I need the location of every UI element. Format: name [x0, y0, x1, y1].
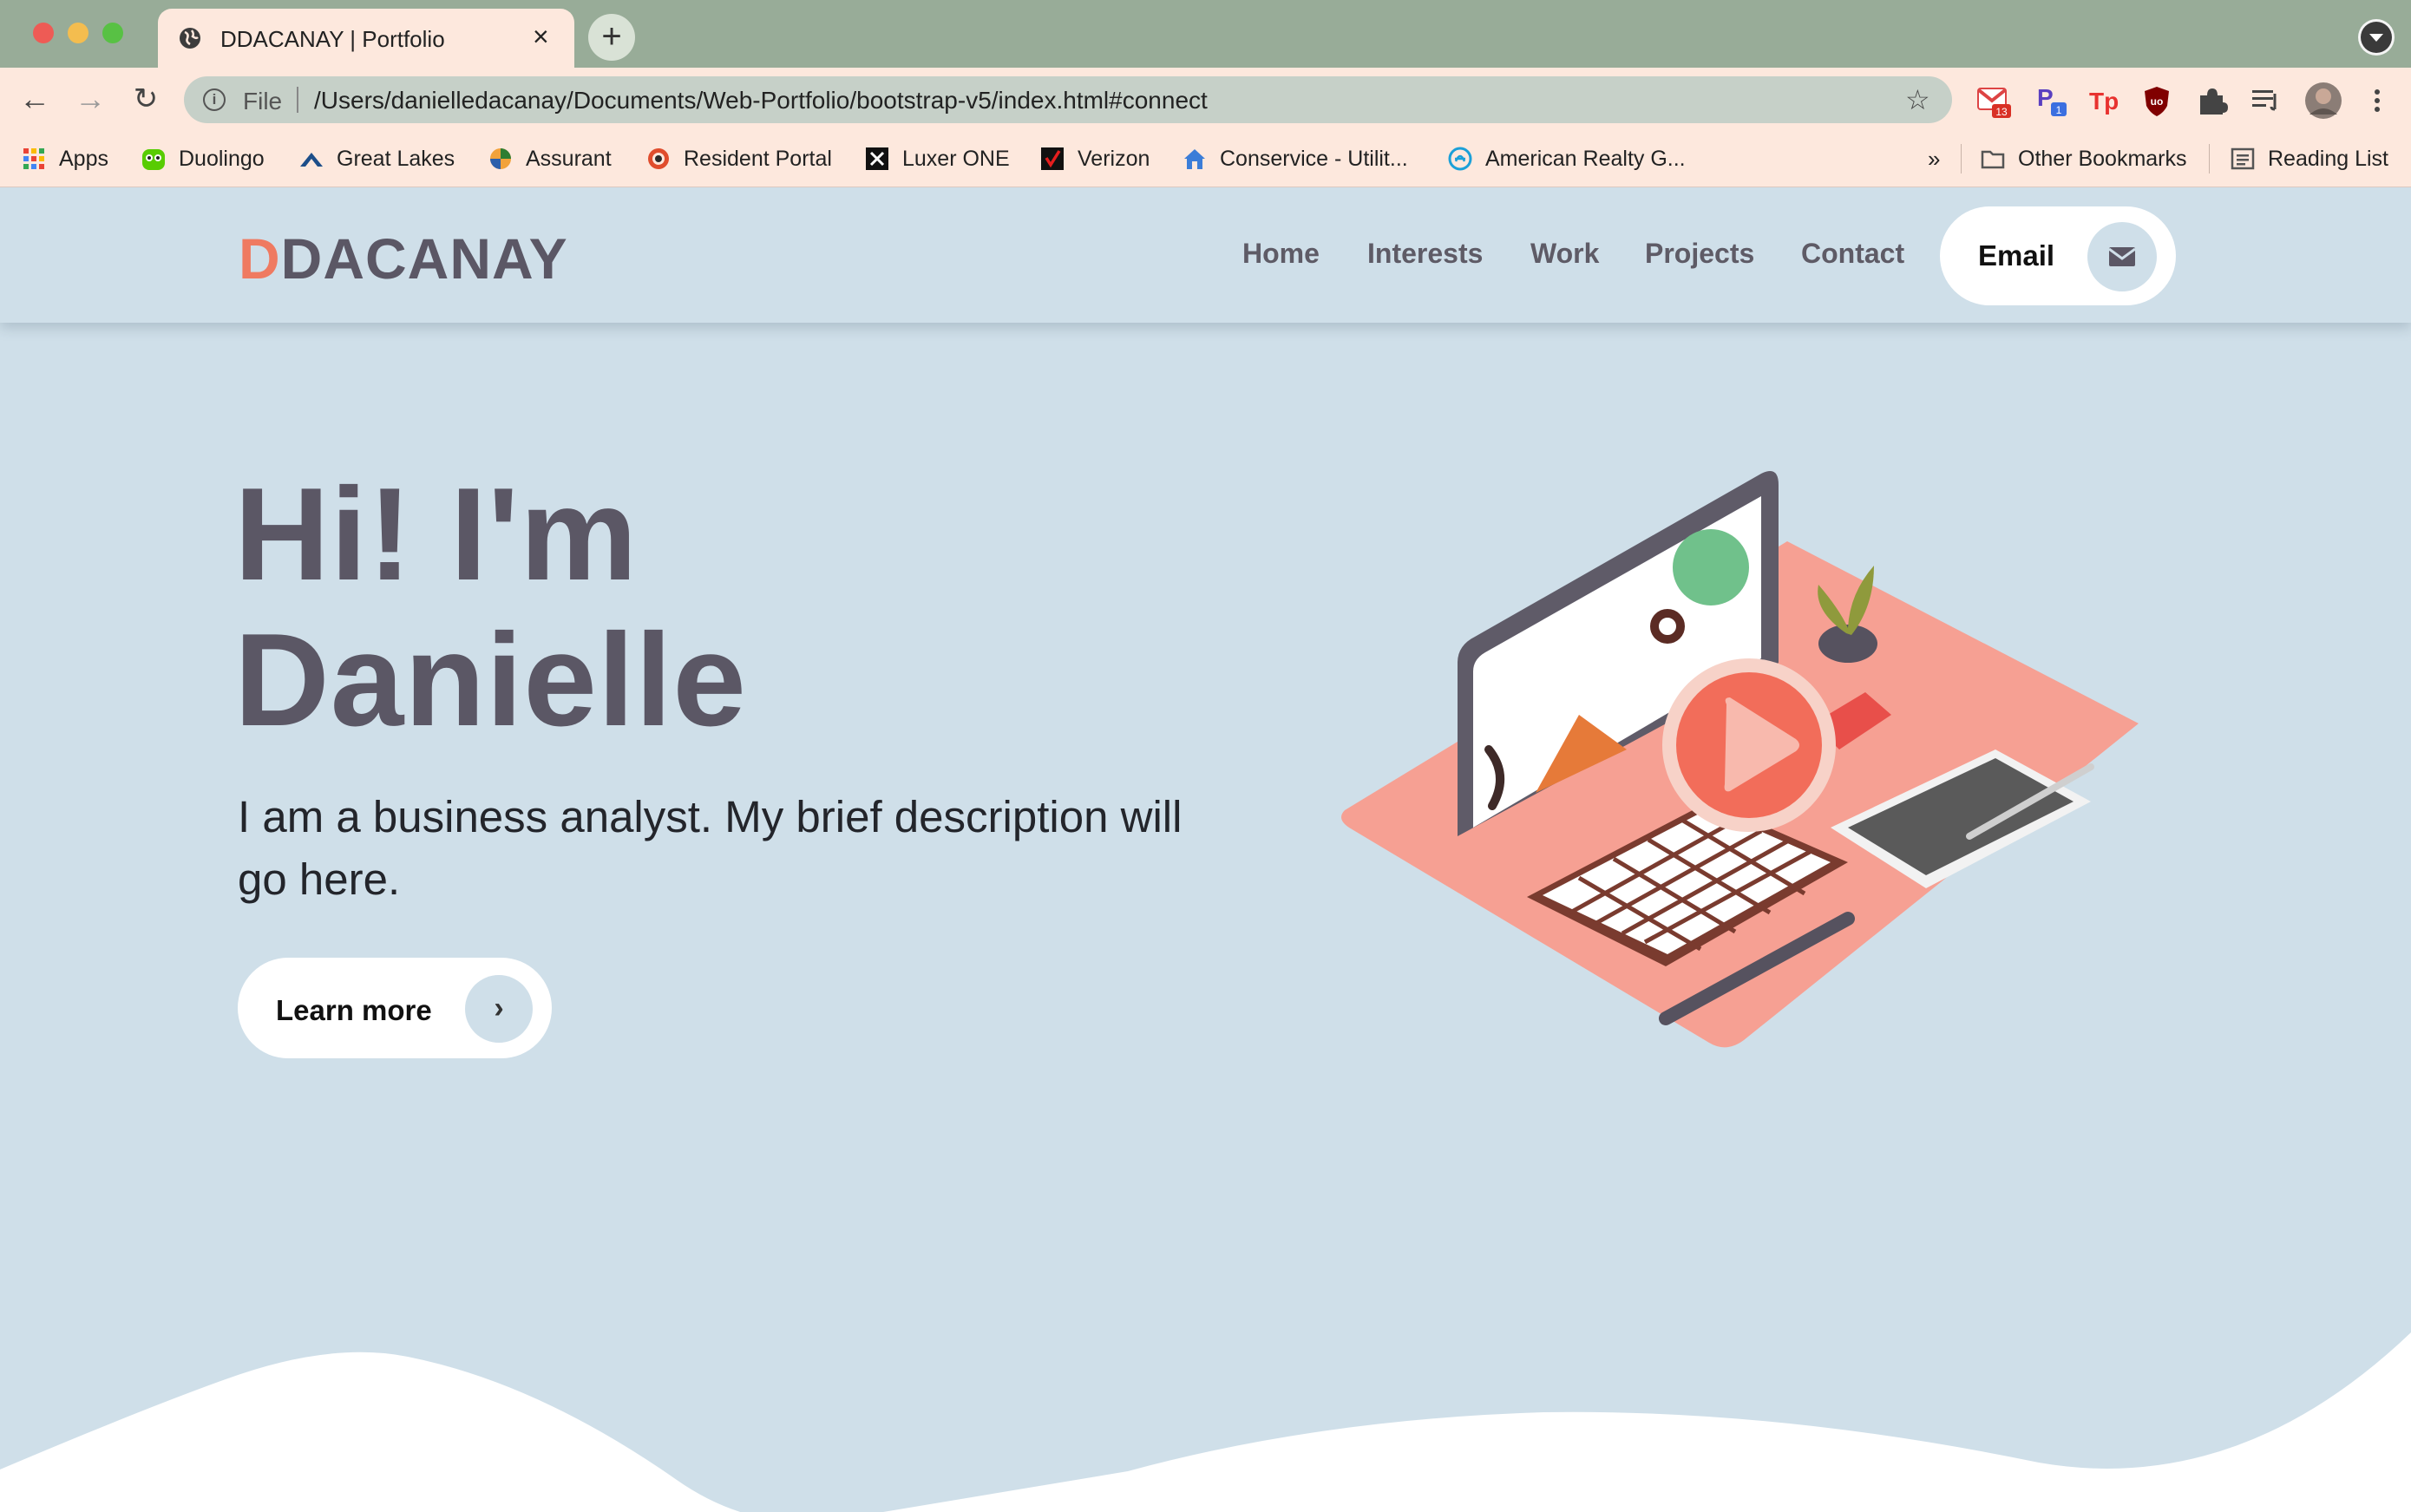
bookmark-conservice[interactable]: Conservice - Utilit...: [1182, 141, 1408, 176]
luxer-icon: [866, 147, 888, 170]
bookmark-label: Assurant: [526, 146, 612, 171]
bookmarks-divider: [1961, 144, 1962, 173]
other-bookmarks-button[interactable]: Other Bookmarks: [1980, 141, 2187, 176]
bookmark-label: Conservice - Utilit...: [1220, 146, 1408, 171]
reload-icon[interactable]: ↻: [127, 80, 165, 118]
svg-text:uo: uo: [2151, 95, 2164, 108]
hero-title-line-1: Hi! I'm: [234, 461, 639, 608]
nav-home[interactable]: Home: [1242, 238, 1320, 270]
tp-extension-icon[interactable]: Tp: [2087, 83, 2122, 118]
bookmark-american-realty[interactable]: American Realty G...: [1447, 141, 1686, 176]
logo-text: DACANAY: [280, 226, 568, 291]
nav-interests[interactable]: Interests: [1367, 238, 1483, 270]
logo-initial: D: [239, 226, 281, 291]
chevron-right-icon: ›: [465, 975, 533, 1043]
home-icon: [1184, 149, 1205, 169]
ublock-icon[interactable]: uo: [2139, 83, 2174, 118]
bookmarks-bar: Apps Duolingo Great Lakes Assurant Resid…: [0, 132, 2411, 187]
reading-queue-icon[interactable]: [2249, 83, 2283, 118]
bottom-wave-divider: [0, 1332, 2411, 1512]
back-arrow-icon[interactable]: ←: [16, 80, 54, 118]
puzzle-icon[interactable]: [2195, 83, 2230, 118]
site-navbar: DDACANAY Home Interests Work Projects Co…: [0, 187, 2411, 323]
bookmark-verizon[interactable]: Verizon: [1039, 141, 1150, 176]
url-text[interactable]: /Users/danielledacanay/Documents/Web-Por…: [314, 87, 1208, 115]
browser-tab-strip: DDACANAY | Portfolio × +: [0, 0, 2411, 68]
maximize-window-button[interactable]: [102, 23, 123, 43]
bookmark-label: American Realty G...: [1485, 146, 1686, 171]
assurant-icon: [490, 148, 511, 169]
bookmark-luxer-one[interactable]: Luxer ONE: [864, 141, 1010, 176]
bookmark-resident-portal[interactable]: Resident Portal: [645, 141, 832, 176]
email-icon-circle: [2087, 222, 2157, 291]
site-info-icon[interactable]: i: [203, 88, 226, 111]
bookmark-label: Reading List: [2268, 146, 2388, 171]
email-button-label: Email: [1978, 239, 2055, 272]
more-icon[interactable]: [2367, 83, 2388, 118]
reading-list-button[interactable]: Reading List: [2230, 141, 2388, 176]
profile-avatar[interactable]: [2304, 82, 2342, 120]
reading-list-icon: [2231, 147, 2255, 170]
new-tab-button[interactable]: +: [588, 14, 635, 61]
gmail-badge: 13: [1995, 106, 2008, 118]
bookmark-star-icon[interactable]: ☆: [1905, 83, 1930, 116]
web-page: DDACANAY Home Interests Work Projects Co…: [0, 187, 2411, 1512]
address-bar[interactable]: i File /Users/danielledacanay/Documents/…: [184, 76, 1952, 123]
duolingo-icon: [142, 149, 165, 170]
bookmark-duolingo[interactable]: Duolingo: [141, 141, 265, 176]
tab-search-button[interactable]: [2358, 19, 2395, 56]
folder-icon: [1981, 150, 2005, 169]
browser-toolbar: ← → ↻ i File /Users/danielledacanay/Docu…: [0, 68, 2411, 132]
bookmark-assurant[interactable]: Assurant: [488, 141, 612, 176]
globe-icon: [180, 28, 200, 49]
address-separator: [297, 87, 298, 113]
bookmark-label: Resident Portal: [684, 146, 832, 171]
learn-more-button[interactable]: Learn more ›: [238, 958, 552, 1058]
hero-title-line-2: Danielle: [234, 606, 747, 754]
great-lakes-icon: [300, 153, 323, 167]
verizon-icon: [1041, 147, 1064, 170]
hero-title: Hi! I'm Danielle: [234, 461, 1015, 753]
close-tab-icon[interactable]: ×: [533, 21, 549, 52]
bookmark-label: Duolingo: [179, 146, 265, 171]
tab-title: DDACANAY | Portfolio: [220, 26, 445, 52]
workspace-illustration: [1341, 470, 2139, 1048]
resident-portal-icon: [648, 148, 669, 169]
hero-description: I am a business analyst. My brief descri…: [238, 792, 1183, 904]
nav-projects[interactable]: Projects: [1645, 238, 1754, 270]
forward-arrow-icon[interactable]: →: [71, 80, 109, 118]
site-logo[interactable]: DDACANAY: [239, 226, 568, 291]
bookmarks-divider: [2209, 144, 2210, 173]
browser-tab[interactable]: DDACANAY | Portfolio ×: [158, 9, 574, 68]
american-realty-icon: [1448, 147, 1472, 171]
bookmark-label: Other Bookmarks: [2018, 146, 2187, 171]
apps-grid-icon: [23, 148, 44, 169]
bookmark-label: Verizon: [1078, 146, 1150, 171]
bookmark-label: Apps: [59, 146, 108, 171]
p-badge: 1: [2056, 104, 2062, 116]
bookmarks-overflow-button[interactable]: »: [1928, 141, 1940, 176]
svg-text:P: P: [2037, 84, 2054, 111]
nav-work[interactable]: Work: [1530, 238, 1599, 270]
nav-contact[interactable]: Contact: [1801, 238, 1904, 270]
green-circle-shape: [1673, 529, 1749, 605]
bookmark-apps[interactable]: Apps: [21, 141, 108, 176]
minimize-window-button[interactable]: [68, 23, 88, 43]
learn-more-label: Learn more: [276, 994, 432, 1026]
bookmark-great-lakes[interactable]: Great Lakes: [298, 141, 455, 176]
gmail-icon[interactable]: 13: [1976, 83, 2011, 118]
email-button[interactable]: Email: [1940, 206, 2176, 305]
chevron-down-icon: [2361, 22, 2392, 53]
scheme-label: File: [243, 88, 283, 115]
close-window-button[interactable]: [33, 23, 54, 43]
p-extension-icon[interactable]: P 1: [2035, 83, 2070, 118]
envelope-icon: [2108, 247, 2136, 266]
bookmark-label: Luxer ONE: [902, 146, 1010, 171]
svg-text:Tp: Tp: [2089, 88, 2119, 115]
bookmark-label: Great Lakes: [337, 146, 455, 171]
